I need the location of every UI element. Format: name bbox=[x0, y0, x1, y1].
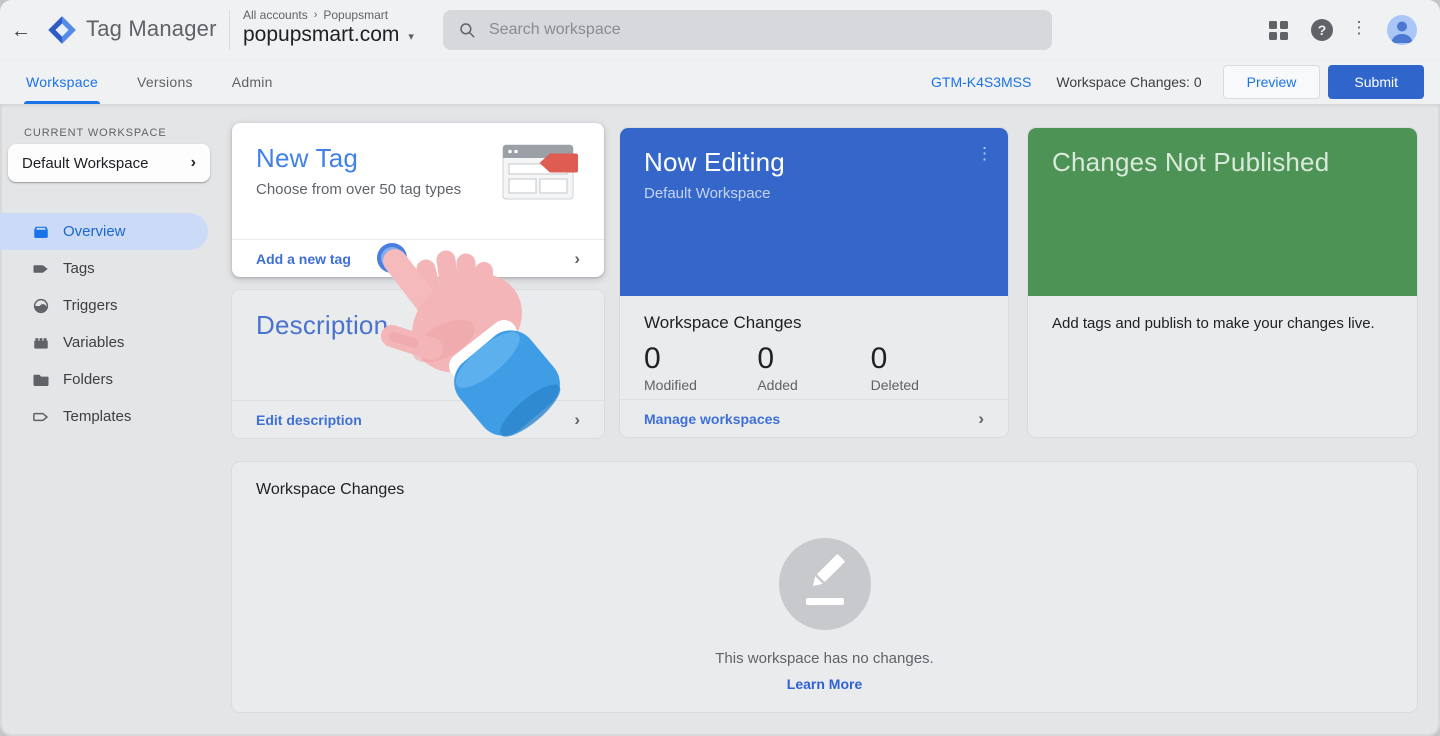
caret-down-icon: ▾ bbox=[408, 31, 414, 43]
workspace-changes-title: Workspace Changes bbox=[256, 481, 405, 498]
new-tag-card: New Tag Choose from over 50 tag types Ad… bbox=[232, 123, 604, 277]
header-divider bbox=[229, 10, 230, 50]
stat-value: 0 bbox=[644, 342, 661, 375]
learn-more-link[interactable]: Learn More bbox=[787, 676, 862, 692]
search-input[interactable] bbox=[489, 21, 1037, 39]
sidebar-item-folders[interactable]: Folders bbox=[0, 361, 208, 398]
variables-icon bbox=[34, 337, 48, 349]
stat-modified: 0 Modified bbox=[644, 342, 757, 393]
apps-grid-icon[interactable] bbox=[1269, 21, 1288, 40]
chevron-right-icon: › bbox=[978, 408, 984, 428]
trigger-icon bbox=[33, 298, 49, 313]
edit-pencil-badge bbox=[778, 538, 871, 630]
chevron-right-icon: › bbox=[574, 248, 580, 268]
stat-deleted: 0 Deleted bbox=[871, 342, 984, 393]
changes-not-published-header: Changes Not Published bbox=[1028, 128, 1417, 296]
sidebar-item-label: Templates bbox=[63, 408, 132, 425]
tab-bar: Workspace Versions Admin GTM-K4S3MSS Wor… bbox=[0, 60, 1440, 105]
container-id-link[interactable]: GTM-K4S3MSS bbox=[931, 74, 1031, 90]
sidebar-item-label: Triggers bbox=[63, 297, 118, 314]
user-avatar[interactable] bbox=[1387, 15, 1417, 45]
changes-not-published-text: Add tags and publish to make your change… bbox=[1052, 315, 1375, 332]
stat-added: 0 Added bbox=[757, 342, 870, 393]
help-icon[interactable]: ? bbox=[1311, 19, 1333, 41]
now-editing-header: Now Editing Default Workspace ⋮ bbox=[620, 128, 1008, 296]
stat-label: Deleted bbox=[870, 377, 919, 393]
workspace-selector[interactable]: Default Workspace › bbox=[8, 144, 210, 182]
sidebar-item-label: Variables bbox=[63, 334, 125, 351]
now-editing-workspace: Default Workspace bbox=[644, 185, 771, 202]
submit-button[interactable]: Submit bbox=[1328, 65, 1424, 99]
stat-label: Added bbox=[757, 377, 798, 393]
sidebar-item-variables[interactable]: Variables bbox=[0, 324, 208, 361]
tab-admin[interactable]: Admin bbox=[230, 60, 275, 104]
sidebar-nav: Overview Tags Triggers Variables Folders… bbox=[0, 213, 208, 435]
now-editing-body: Workspace Changes 0 Modified 0 Added 0 D… bbox=[620, 296, 1008, 393]
sidebar-item-tags[interactable]: Tags bbox=[0, 250, 208, 287]
current-workspace-label: CURRENT WORKSPACE bbox=[24, 127, 167, 139]
top-bar: ← Tag Manager All accounts › Popupsmart … bbox=[0, 0, 1440, 60]
container-name: popupsmart.com bbox=[243, 23, 400, 46]
workspace-selector-name: Default Workspace bbox=[22, 154, 149, 172]
pencil-icon bbox=[805, 554, 845, 605]
workspace-changes-card: Workspace Changes This workspace has no … bbox=[232, 462, 1417, 712]
no-changes-text: This workspace has no changes. bbox=[715, 650, 934, 667]
stat-value: 0 bbox=[757, 342, 775, 375]
person-icon bbox=[1391, 21, 1413, 43]
sidebar-item-label: Tags bbox=[63, 260, 95, 277]
tag-icon bbox=[33, 264, 48, 273]
card-menu-icon[interactable]: ⋮ bbox=[976, 144, 993, 164]
sidebar-item-label: Folders bbox=[63, 371, 114, 388]
description-card: Description Edit description › bbox=[232, 290, 604, 438]
description-title: Description bbox=[256, 310, 389, 340]
tab-workspace[interactable]: Workspace bbox=[24, 60, 101, 104]
folder-icon bbox=[33, 374, 49, 386]
chevron-right-icon: › bbox=[574, 409, 580, 429]
manage-workspaces-link[interactable]: Manage workspaces bbox=[644, 411, 780, 427]
now-editing-title: Now Editing bbox=[644, 147, 785, 177]
sidebar-item-triggers[interactable]: Triggers bbox=[0, 287, 208, 324]
workspace-changes-count: Workspace Changes: 0 bbox=[1056, 74, 1202, 90]
add-new-tag-link[interactable]: Add a new tag bbox=[256, 251, 351, 267]
workspace-changes-heading: Workspace Changes bbox=[644, 313, 802, 332]
chevron-right-icon: › bbox=[190, 154, 196, 171]
sidebar-item-overview[interactable]: Overview bbox=[0, 213, 208, 250]
overview-icon bbox=[34, 226, 48, 238]
tab-versions[interactable]: Versions bbox=[135, 60, 195, 104]
container-selector[interactable]: popupsmart.com ▾ bbox=[243, 23, 414, 47]
stat-value: 0 bbox=[870, 342, 888, 375]
sidebar-item-templates[interactable]: Templates bbox=[0, 398, 208, 435]
back-arrow-icon[interactable]: ← bbox=[6, 16, 36, 46]
edit-description-row[interactable]: Edit description › bbox=[232, 400, 604, 438]
app-title: Tag Manager bbox=[86, 16, 217, 41]
breadcrumb: All accounts › Popupsmart popupsmart.com… bbox=[243, 8, 414, 47]
search-icon bbox=[460, 23, 475, 38]
edit-description-link[interactable]: Edit description bbox=[256, 412, 362, 428]
workspace-search bbox=[443, 10, 1052, 50]
breadcrumb-account[interactable]: Popupsmart bbox=[323, 8, 388, 22]
app-window: ← Tag Manager All accounts › Popupsmart … bbox=[0, 0, 1440, 736]
changes-not-published-card: Changes Not Published Add tags and publi… bbox=[1028, 128, 1417, 437]
template-icon bbox=[33, 412, 49, 421]
add-new-tag-row[interactable]: Add a new tag › bbox=[232, 239, 604, 277]
changes-not-published-title: Changes Not Published bbox=[1052, 147, 1330, 177]
breadcrumb-all-accounts[interactable]: All accounts bbox=[243, 8, 308, 22]
tag-manager-logo-icon bbox=[48, 16, 76, 44]
manage-workspaces-row[interactable]: Manage workspaces › bbox=[620, 399, 1008, 437]
new-tag-illustration bbox=[502, 144, 578, 200]
stat-label: Modified bbox=[644, 377, 697, 393]
preview-button[interactable]: Preview bbox=[1222, 65, 1321, 99]
now-editing-card: Now Editing Default Workspace ⋮ Workspac… bbox=[620, 128, 1008, 437]
overflow-menu-icon[interactable]: ⋮ bbox=[1350, 18, 1368, 42]
sidebar-item-label: Overview bbox=[63, 223, 126, 240]
breadcrumb-chevron-icon: › bbox=[313, 9, 318, 21]
